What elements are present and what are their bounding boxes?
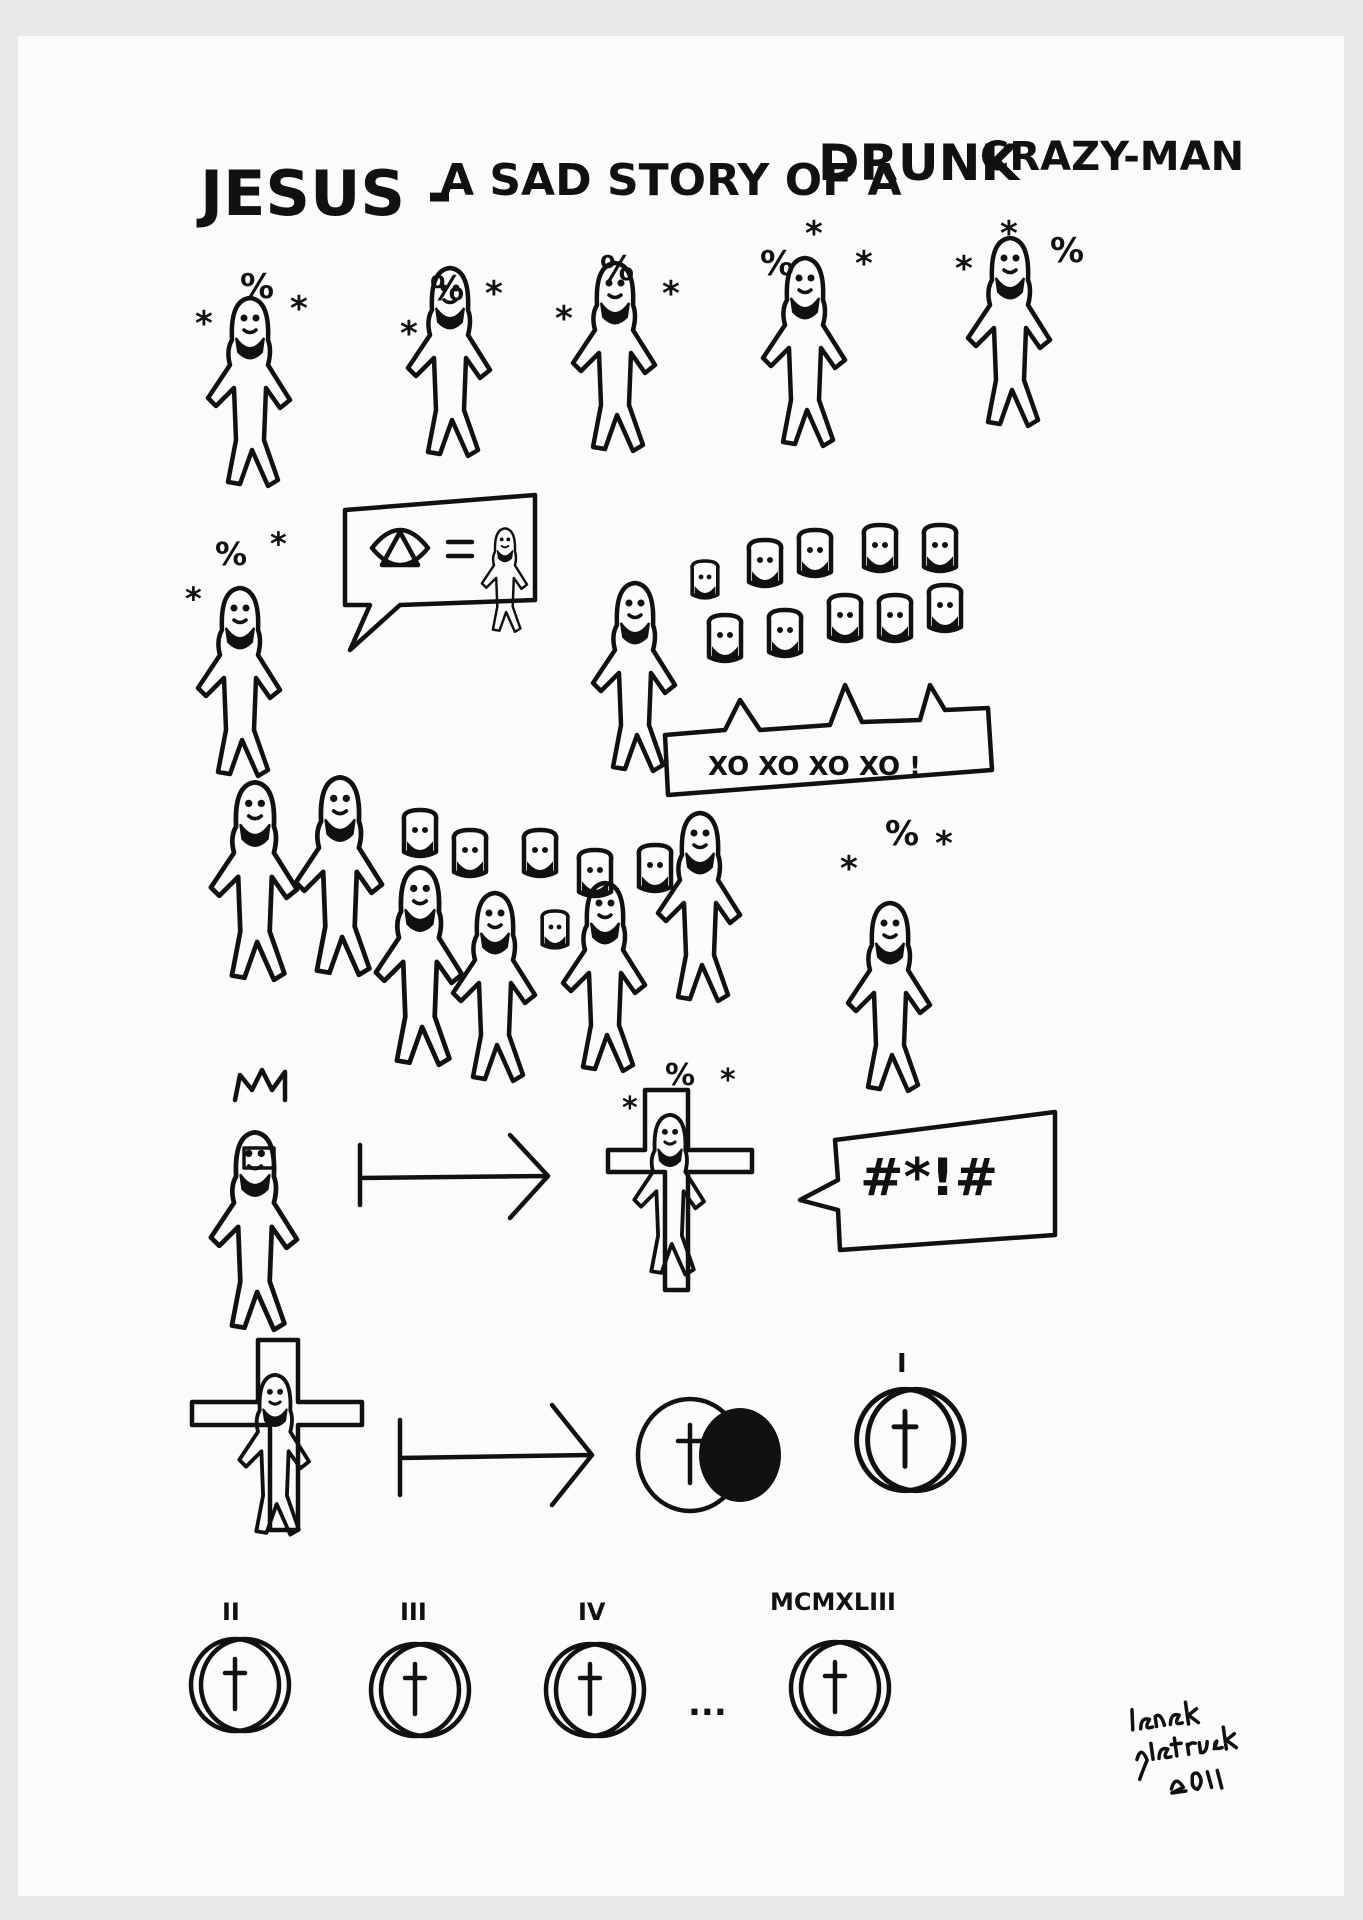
svg-text:*: *: [185, 580, 202, 618]
paper-sheet: [18, 36, 1344, 1896]
svg-text:*: *: [400, 314, 418, 354]
svg-text:%: %: [1050, 231, 1084, 271]
svg-text:%: %: [665, 1058, 695, 1093]
svg-text:*: *: [290, 289, 308, 329]
svg-text:II: II: [222, 1598, 240, 1626]
svg-text:*: *: [855, 244, 873, 284]
comic-page: JESUS - A SAD STORY OF A DRUNK CRAZY-MAN…: [18, 36, 1344, 1896]
svg-text:%: %: [430, 269, 464, 309]
svg-text:*: *: [720, 1063, 736, 1098]
svg-text:*: *: [955, 249, 973, 289]
svg-text:%: %: [215, 535, 247, 573]
svg-text:*: *: [662, 274, 680, 314]
svg-text:%: %: [885, 814, 919, 854]
title-jesus: JESUS -: [196, 157, 452, 230]
crowd-shout-text: XO XO XO XO !: [708, 752, 921, 782]
svg-text:*: *: [622, 1091, 638, 1126]
svg-text:*: *: [935, 824, 953, 864]
svg-text:*: *: [270, 525, 287, 563]
svg-text:%: %: [600, 249, 634, 289]
numeral-final: MCMXLIII: [770, 1588, 896, 1616]
title-crazy-man: CRAZY-MAN: [980, 134, 1244, 180]
svg-text:*: *: [555, 299, 573, 339]
svg-text:*: *: [485, 274, 503, 314]
svg-text:IV: IV: [578, 1598, 606, 1626]
svg-text:III: III: [400, 1598, 427, 1626]
svg-text:*: *: [1000, 214, 1018, 254]
curse-text: #*!#: [860, 1148, 998, 1208]
svg-text:*: *: [805, 214, 823, 254]
svg-text:%: %: [240, 267, 274, 307]
svg-text:*: *: [195, 304, 213, 344]
svg-text:*: *: [840, 849, 858, 889]
numeral-1: I: [897, 1349, 907, 1379]
svg-text:%: %: [760, 244, 794, 284]
ellipsis: ...: [688, 1684, 727, 1724]
